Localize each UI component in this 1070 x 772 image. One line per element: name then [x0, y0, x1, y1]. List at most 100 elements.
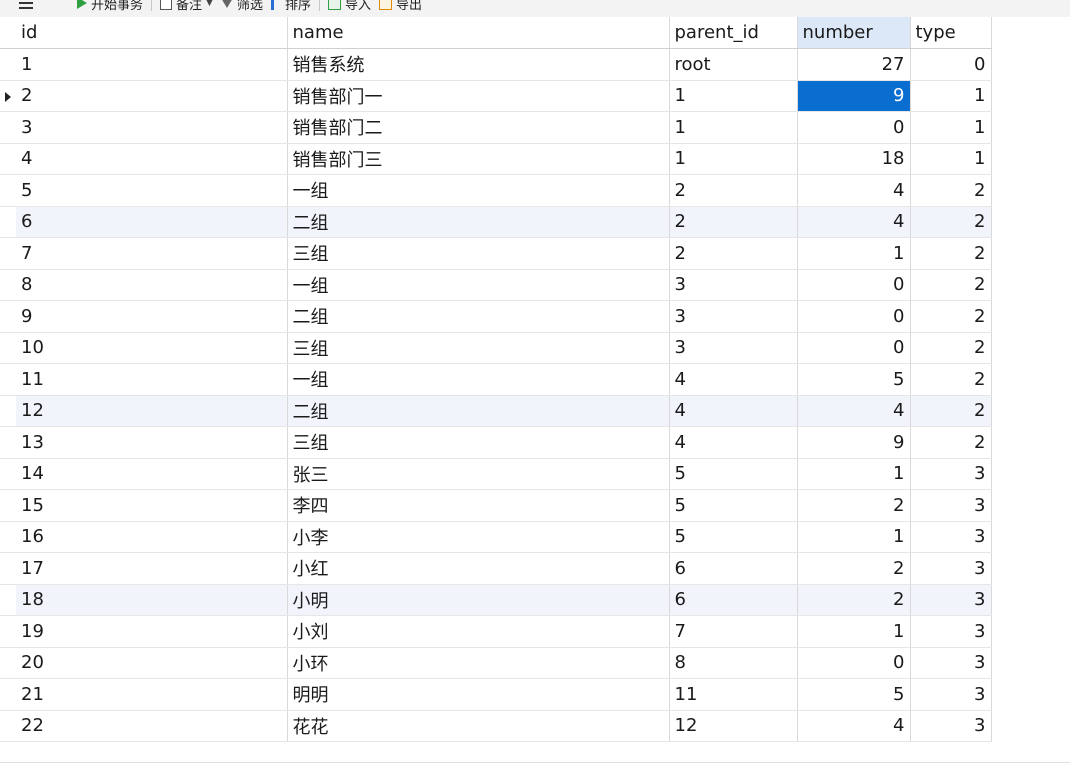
table-row[interactable]: 3 销售部门二 1 0 1: [0, 111, 992, 144]
cell-id[interactable]: 19: [16, 615, 288, 648]
cell-type[interactable]: 3: [910, 710, 992, 742]
table-row[interactable]: 7 三组 2 1 2: [0, 237, 992, 270]
cell-type[interactable]: 3: [910, 584, 992, 616]
cell-type[interactable]: 2: [910, 269, 992, 301]
cell-type[interactable]: 3: [910, 678, 992, 711]
cell-id[interactable]: 12: [16, 395, 288, 427]
cell-name[interactable]: 销售部门三: [287, 143, 670, 175]
cell-number[interactable]: 2: [797, 552, 911, 585]
cell-id[interactable]: 5: [16, 174, 288, 207]
table-row[interactable]: 15 李四 5 2 3: [0, 489, 992, 522]
cell-parent-id[interactable]: 5: [669, 489, 798, 522]
cell-name[interactable]: 小刘: [287, 615, 670, 648]
table-row[interactable]: 12 二组 4 4 2: [0, 395, 992, 427]
cell-number[interactable]: 0: [797, 111, 911, 144]
cell-type[interactable]: 2: [910, 237, 992, 270]
row-indicator[interactable]: [0, 710, 16, 742]
cell-id[interactable]: 9: [16, 300, 288, 333]
cell-name[interactable]: 三组: [287, 237, 670, 270]
row-indicator[interactable]: [0, 584, 16, 616]
cell-number[interactable]: 1: [797, 521, 911, 553]
filter-button[interactable]: 筛选: [220, 0, 263, 13]
table-row[interactable]: 16 小李 5 1 3: [0, 521, 992, 553]
cell-type[interactable]: 3: [910, 552, 992, 585]
table-row[interactable]: 21 明明 11 5 3: [0, 678, 992, 711]
column-header-number[interactable]: number: [797, 17, 911, 49]
cell-name[interactable]: 李四: [287, 489, 670, 522]
cell-type[interactable]: 2: [910, 426, 992, 459]
cell-id[interactable]: 20: [16, 647, 288, 679]
table-row[interactable]: 5 一组 2 4 2: [0, 174, 992, 207]
table-row[interactable]: 4 销售部门三 1 18 1: [0, 143, 992, 175]
row-indicator[interactable]: [0, 174, 16, 207]
cell-id[interactable]: 2: [16, 80, 288, 112]
cell-name[interactable]: 小明: [287, 584, 670, 616]
table-row[interactable]: 19 小刘 7 1 3: [0, 615, 992, 648]
table-row[interactable]: 11 一组 4 5 2: [0, 363, 992, 396]
cell-parent-id[interactable]: 5: [669, 458, 798, 490]
cell-name[interactable]: 小红: [287, 552, 670, 585]
row-indicator[interactable]: [0, 111, 16, 144]
row-indicator[interactable]: [0, 458, 16, 490]
row-indicator[interactable]: [0, 552, 16, 585]
cell-name[interactable]: 明明: [287, 678, 670, 711]
cell-parent-id[interactable]: 1: [669, 143, 798, 175]
export-button[interactable]: 导出: [379, 0, 422, 13]
table-row[interactable]: 20 小环 8 0 3: [0, 647, 992, 679]
column-header-parent-id[interactable]: parent_id: [669, 17, 798, 49]
cell-number[interactable]: 5: [797, 363, 911, 396]
cell-parent-id[interactable]: 2: [669, 174, 798, 207]
cell-parent-id[interactable]: 4: [669, 395, 798, 427]
cell-parent-id[interactable]: 7: [669, 615, 798, 648]
cell-number[interactable]: 4: [797, 710, 911, 742]
cell-name[interactable]: 销售系统: [287, 48, 670, 81]
cell-name[interactable]: 销售部门二: [287, 111, 670, 144]
cell-parent-id[interactable]: 3: [669, 300, 798, 333]
row-indicator[interactable]: [0, 269, 16, 301]
cell-name[interactable]: 三组: [287, 332, 670, 364]
cell-number[interactable]: 1: [797, 615, 911, 648]
row-indicator[interactable]: [0, 80, 16, 112]
cell-id[interactable]: 10: [16, 332, 288, 364]
cell-id[interactable]: 4: [16, 143, 288, 175]
cell-type[interactable]: 3: [910, 615, 992, 648]
cell-id[interactable]: 13: [16, 426, 288, 459]
import-button[interactable]: 导入: [327, 0, 371, 13]
row-indicator[interactable]: [0, 615, 16, 648]
cell-number[interactable]: 0: [797, 332, 911, 364]
row-indicator[interactable]: [0, 206, 16, 238]
cell-type[interactable]: 3: [910, 647, 992, 679]
cell-parent-id[interactable]: 2: [669, 237, 798, 270]
cell-parent-id[interactable]: 6: [669, 584, 798, 616]
cell-number[interactable]: 5: [797, 678, 911, 711]
cell-id[interactable]: 6: [16, 206, 288, 238]
cell-number[interactable]: 4: [797, 206, 911, 238]
table-row[interactable]: 8 一组 3 0 2: [0, 269, 992, 301]
row-indicator[interactable]: [0, 489, 16, 522]
cell-name[interactable]: 小环: [287, 647, 670, 679]
cell-parent-id[interactable]: 8: [669, 647, 798, 679]
column-header-id[interactable]: id: [16, 17, 288, 49]
cell-number[interactable]: 0: [797, 300, 911, 333]
cell-name[interactable]: 花花: [287, 710, 670, 742]
cell-name[interactable]: 三组: [287, 426, 670, 459]
cell-number[interactable]: 1: [797, 458, 911, 490]
cell-id[interactable]: 17: [16, 552, 288, 585]
cell-number[interactable]: 9: [797, 426, 911, 459]
cell-id[interactable]: 7: [16, 237, 288, 270]
cell-parent-id[interactable]: 5: [669, 521, 798, 553]
row-indicator[interactable]: [0, 395, 16, 427]
table-row[interactable]: 1 销售系统 root 27 0: [0, 48, 992, 81]
cell-number[interactable]: 2: [797, 584, 911, 616]
menu-icon[interactable]: [19, 0, 33, 12]
cell-id[interactable]: 16: [16, 521, 288, 553]
sort-button[interactable]: 排序: [270, 0, 311, 13]
row-indicator[interactable]: [0, 426, 16, 459]
cell-name[interactable]: 二组: [287, 206, 670, 238]
table-row[interactable]: 9 二组 3 0 2: [0, 300, 992, 333]
row-indicator[interactable]: [0, 332, 16, 364]
cell-parent-id[interactable]: root: [669, 48, 798, 81]
cell-parent-id[interactable]: 11: [669, 678, 798, 711]
cell-parent-id[interactable]: 1: [669, 111, 798, 144]
cell-number[interactable]: 1: [797, 237, 911, 270]
